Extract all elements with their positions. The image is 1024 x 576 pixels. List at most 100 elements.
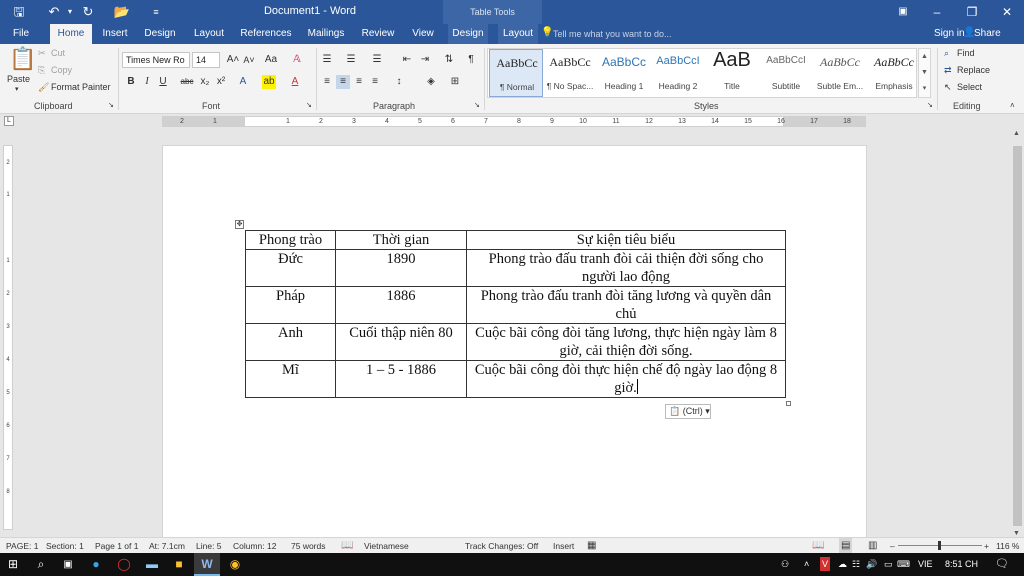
vertical-scrollbar[interactable]: ▲ ▼: [1011, 130, 1024, 537]
edge-browser-icon[interactable]: ●: [83, 553, 109, 576]
clipboard-launcher-icon[interactable]: ↘: [108, 101, 114, 109]
bold-icon[interactable]: B: [124, 75, 138, 89]
paste-button[interactable]: Paste: [7, 74, 30, 84]
copy-button[interactable]: Copy: [51, 65, 72, 75]
copy-icon[interactable]: ⎘: [38, 65, 45, 76]
clock[interactable]: 8:51 CH: [945, 553, 978, 576]
status-mode[interactable]: Insert: [553, 538, 574, 554]
align-right-icon[interactable]: ≡: [352, 75, 366, 89]
replace-button[interactable]: Replace: [957, 65, 990, 75]
pilcrow-icon[interactable]: ¶: [464, 53, 478, 67]
input-language[interactable]: VIE: [918, 553, 933, 576]
word-app-icon[interactable]: W: [194, 553, 220, 576]
paragraph-launcher-icon[interactable]: ↘: [474, 101, 480, 109]
cut-icon[interactable]: ✂: [38, 48, 46, 59]
chat-app-icon[interactable]: ▬: [139, 553, 165, 576]
tray-chevron-icon[interactable]: ˄: [804, 553, 809, 576]
collapse-ribbon-icon[interactable]: ˄: [1010, 101, 1015, 110]
restore-button[interactable]: ❐: [955, 0, 989, 24]
tab-design[interactable]: Design: [140, 24, 180, 44]
select-button[interactable]: Select: [957, 82, 982, 92]
align-center-icon[interactable]: ≡: [336, 75, 350, 89]
table-cell[interactable]: 1 – 5 - 1886: [335, 360, 467, 398]
people-icon[interactable]: ⚇: [781, 553, 789, 576]
shading-icon[interactable]: ◈: [424, 75, 438, 89]
status-at[interactable]: At: 7.1cm: [149, 538, 185, 554]
style-emphasis[interactable]: AaBbCc Emphasis: [867, 49, 921, 97]
print-layout-icon[interactable]: ▤: [839, 538, 853, 554]
tab-insert[interactable]: Insert: [96, 24, 134, 44]
sort-icon[interactable]: ⇅: [442, 53, 456, 67]
table-cell[interactable]: Cuối thập niên 80: [335, 323, 467, 361]
status-word-count[interactable]: 75 words: [291, 538, 326, 554]
volume-icon[interactable]: 🔊: [866, 553, 877, 576]
share-button[interactable]: Share: [974, 24, 1001, 44]
styles-launcher-icon[interactable]: ↘: [927, 101, 933, 109]
battery-icon[interactable]: ▭: [884, 553, 893, 576]
grow-font-icon[interactable]: A˄: [226, 53, 240, 67]
align-left-icon[interactable]: ≡: [320, 75, 334, 89]
windows-start-icon[interactable]: ⊞: [0, 553, 26, 576]
font-color-icon[interactable]: A: [288, 75, 302, 89]
status-section[interactable]: Section: 1: [46, 538, 84, 554]
zoom-out-icon[interactable]: –: [890, 538, 895, 554]
paste-dropdown-icon[interactable]: ▾: [15, 85, 19, 93]
table-cell[interactable]: Mĩ: [245, 360, 336, 398]
find-icon[interactable]: ⌕: [944, 48, 949, 59]
style-normal[interactable]: AaBbCc ¶ Normal: [489, 49, 543, 97]
ribbon-display-icon[interactable]: ▣: [886, 0, 920, 24]
font-launcher-icon[interactable]: ↘: [306, 101, 312, 109]
replace-icon[interactable]: ⇄: [944, 65, 952, 76]
scroll-up-icon[interactable]: ▲: [1013, 130, 1020, 137]
scroll-down-icon[interactable]: ▼: [1013, 530, 1020, 537]
table-header-cell[interactable]: Phong trào: [245, 230, 336, 250]
keyboard-icon[interactable]: ⌨: [897, 553, 910, 576]
strikethrough-icon[interactable]: abc: [180, 75, 194, 89]
tab-mailings[interactable]: Mailings: [302, 24, 350, 44]
highlight-icon[interactable]: ab: [262, 75, 276, 89]
scrollbar-thumb[interactable]: [1013, 146, 1022, 526]
format-painter-icon[interactable]: 🖌: [38, 82, 49, 93]
justify-icon[interactable]: ≡: [368, 75, 382, 89]
zoom-slider-thumb[interactable]: [938, 541, 941, 550]
status-line[interactable]: Line: 5: [196, 538, 222, 554]
numbering-icon[interactable]: ☰: [344, 53, 358, 67]
close-button[interactable]: ✕: [990, 0, 1024, 24]
table-cell[interactable]: 1890: [335, 249, 467, 287]
table-header-cell[interactable]: Sự kiện tiêu biểu: [466, 230, 786, 250]
web-layout-icon[interactable]: ▥: [868, 538, 877, 554]
tab-review[interactable]: Review: [357, 24, 399, 44]
table-cell[interactable]: Cuộc bãi công đòi thực hiện chế độ ngày …: [466, 360, 786, 398]
read-mode-icon[interactable]: 📖: [812, 538, 824, 554]
search-icon[interactable]: ⌕: [28, 553, 54, 576]
underline-icon[interactable]: U: [156, 75, 170, 89]
cut-button[interactable]: Cut: [51, 48, 65, 58]
table-cell[interactable]: Pháp: [245, 286, 336, 324]
horizontal-ruler[interactable]: 2 1 1 2 3 4 5 6 7 8 9 10 11 12 13 14 15 …: [162, 116, 866, 127]
subscript-icon[interactable]: x₂: [198, 75, 212, 89]
table-header-cell[interactable]: Thời gian: [335, 230, 467, 250]
task-view-icon[interactable]: ▣: [55, 553, 81, 576]
minimize-button[interactable]: –: [920, 0, 954, 24]
shrink-font-icon[interactable]: A˅: [242, 53, 256, 67]
status-column[interactable]: Column: 12: [233, 538, 276, 554]
table-cell[interactable]: Phong trào đấu tranh đòi cải thiện đời s…: [466, 249, 786, 287]
style-heading-2[interactable]: AaBbCcI Heading 2: [651, 49, 705, 97]
tab-view[interactable]: View: [406, 24, 440, 44]
font-name-box[interactable]: Times New Ro: [122, 52, 190, 68]
sign-in-link[interactable]: Sign in: [934, 24, 965, 44]
table-move-handle[interactable]: ✥: [235, 220, 244, 229]
bullets-icon[interactable]: ☰: [320, 53, 334, 67]
antivirus-icon[interactable]: V: [820, 557, 831, 571]
zoom-in-icon[interactable]: +: [984, 538, 989, 554]
find-button[interactable]: Find: [957, 48, 975, 58]
tell-me-input[interactable]: Tell me what you want to do...: [553, 24, 672, 44]
proofing-icon[interactable]: 📖: [341, 538, 353, 554]
borders-icon[interactable]: ⊞: [448, 75, 462, 89]
tab-table-layout[interactable]: Layout: [498, 24, 538, 44]
tab-home[interactable]: Home: [50, 24, 92, 44]
zoom-level[interactable]: 116 %: [996, 538, 1019, 554]
table-cell[interactable]: Cuộc bãi công đòi tăng lương, thực hiện …: [466, 323, 786, 361]
style-title[interactable]: AaB Title: [705, 49, 759, 97]
multilevel-list-icon[interactable]: ☰: [370, 53, 384, 67]
